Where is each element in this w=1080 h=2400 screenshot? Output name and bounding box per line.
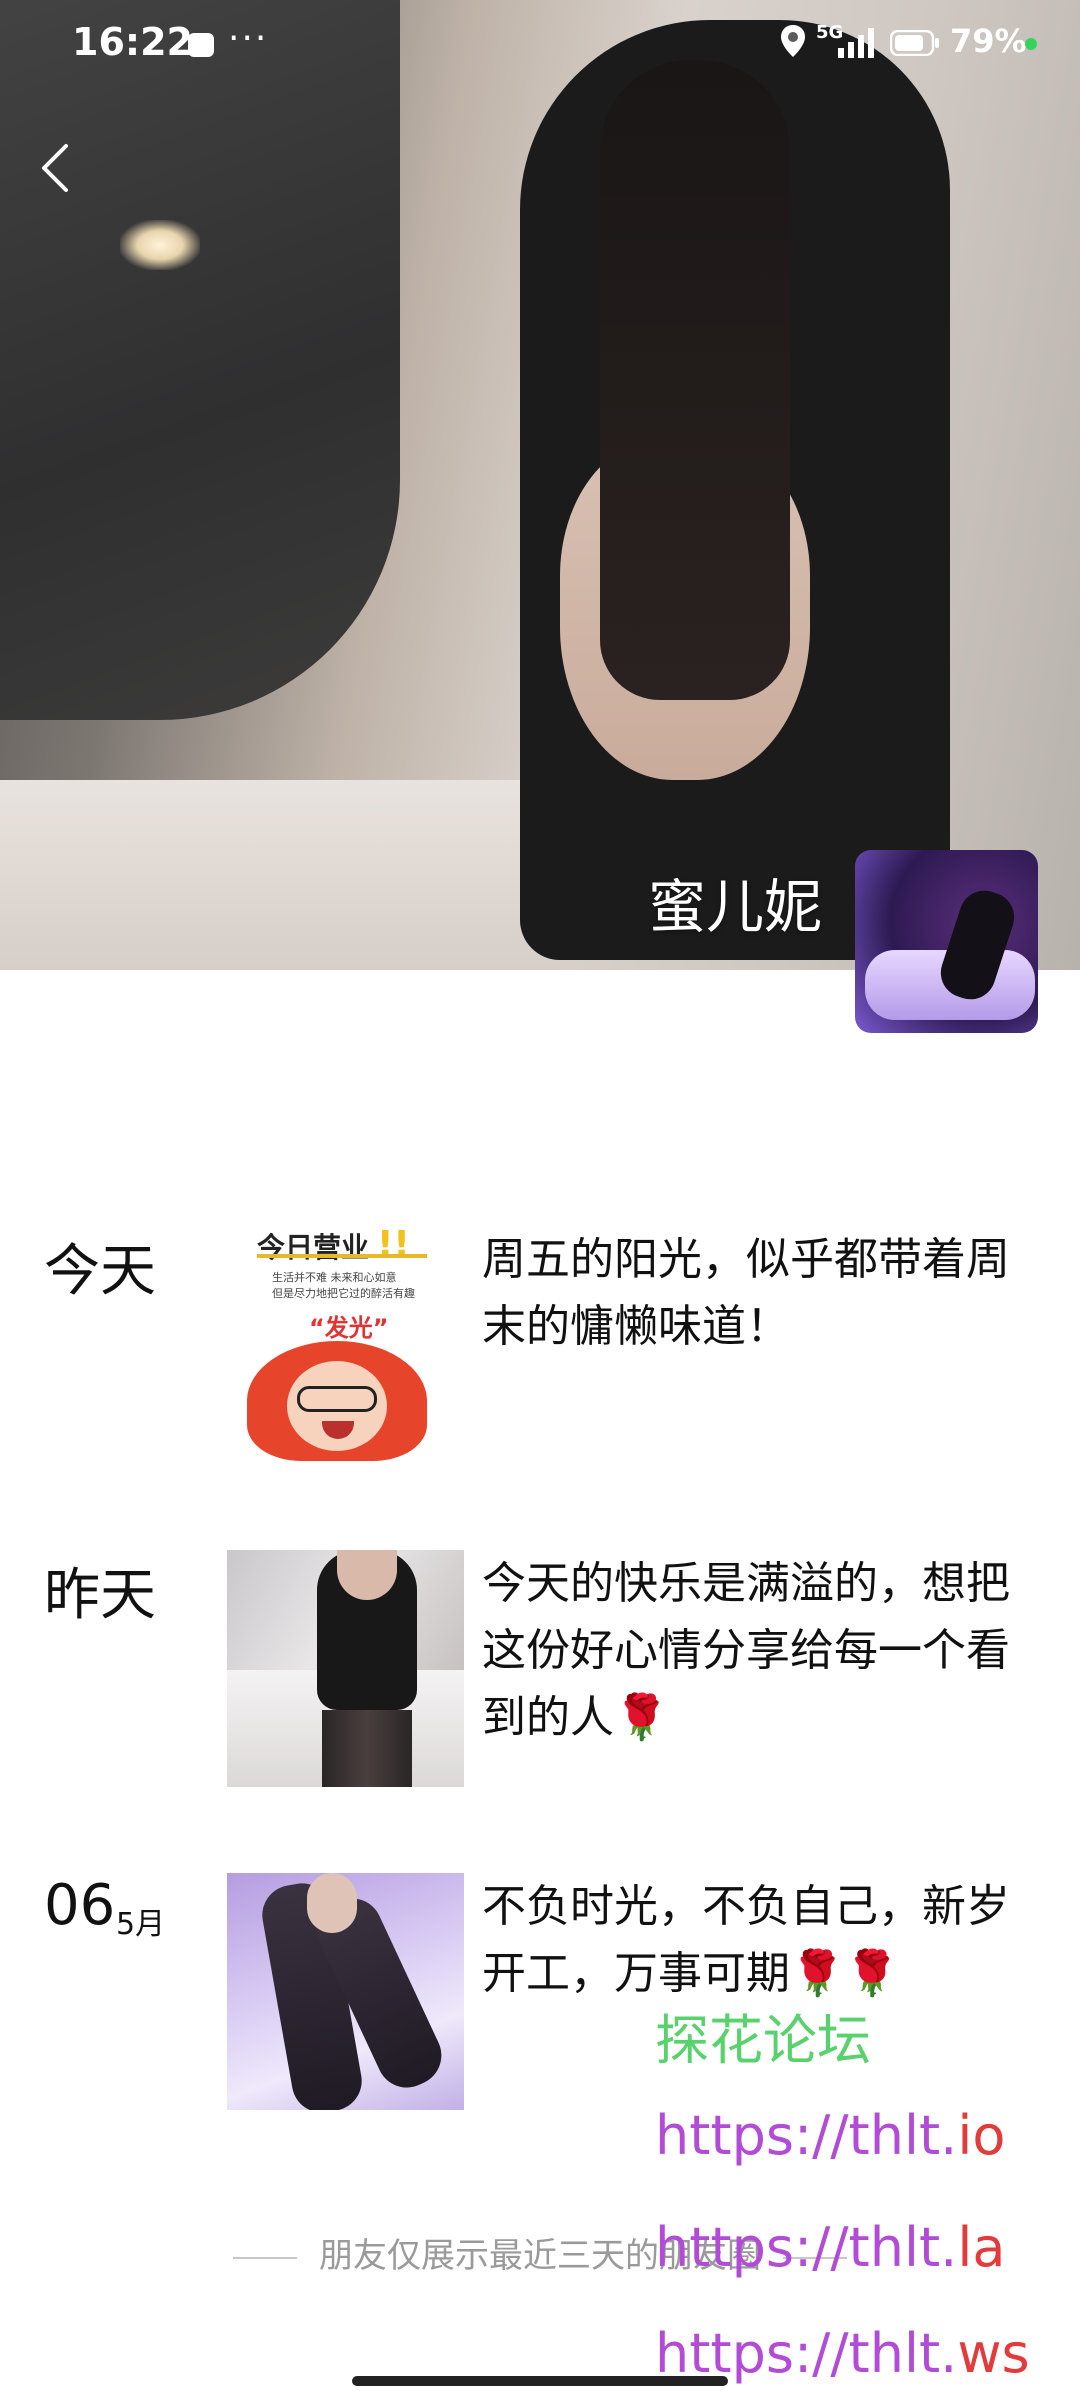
more-notifications-icon: ··· — [228, 18, 269, 59]
moment-text: 周五的阳光，似乎都带着周末的慵懒味道！ — [482, 1234, 1010, 1352]
cover-lamp — [120, 220, 200, 270]
watermark-title: 探花论坛 — [655, 2009, 871, 2072]
privacy-indicator-dot — [1025, 38, 1037, 50]
thumb-hand — [307, 1873, 357, 1933]
status-bar: 16:22 ··· 5G 79% — [0, 0, 1080, 90]
profile-name: 蜜儿妮 — [647, 873, 822, 941]
thumb-caption: 生活并不难 未来和心如意 但是尽力地把它过的醉活有趣 — [272, 1270, 415, 1302]
watermark-link-prefix: https://thlt. — [655, 2216, 958, 2279]
watermark-link: https://thlt.la — [655, 2216, 1005, 2279]
cover-counter — [0, 780, 560, 970]
thumb-exclaim: !! — [377, 1226, 410, 1265]
thumb-caption-line: 但是尽力地把它过的醉活有趣 — [272, 1287, 415, 1300]
watermark-link-prefix: https://thlt. — [655, 2104, 958, 2167]
cover-mirror — [0, 0, 400, 720]
thumb-heading: 今日营业 — [257, 1231, 370, 1264]
location-icon — [781, 25, 805, 57]
watermark-link-suffix: ws — [957, 2322, 1030, 2385]
divider — [233, 2256, 297, 2259]
moment-month: 5月 — [116, 1907, 166, 1942]
moment-thumbnail[interactable] — [227, 1873, 464, 2110]
battery-level: 79% — [950, 22, 1027, 60]
watermark-link-suffix: io — [957, 2104, 1006, 2167]
cover-hair — [600, 60, 790, 700]
moment-thumbnail[interactable] — [227, 1550, 464, 1787]
notification-app-icon — [188, 33, 214, 57]
moment-date: 昨天 — [44, 1563, 156, 1628]
moment-text: 不负时光，不负自己，新岁开工，万事可期🌹🌹 — [482, 1881, 1010, 1999]
moment-date: 今天 — [44, 1239, 156, 1304]
battery-icon — [890, 30, 939, 56]
watermark-link: https://thlt.io — [655, 2104, 1005, 2167]
watermark-link-suffix: la — [957, 2216, 1006, 2279]
cartoon-glasses — [297, 1386, 377, 1412]
thumb-glow-text: “发光” — [309, 1314, 389, 1342]
moment-text: 今天的快乐是满溢的，想把这份好心情分享给每一个看到的人🌹 — [482, 1558, 1010, 1743]
back-arrow-icon[interactable] — [36, 142, 76, 194]
moment-day: 06 — [44, 1873, 116, 1938]
cover-photo[interactable] — [0, 0, 1080, 970]
signal-icon — [838, 28, 874, 58]
thumb-underline — [257, 1254, 427, 1258]
home-indicator[interactable] — [352, 2376, 728, 2386]
avatar[interactable] — [855, 850, 1038, 1033]
thumb-caption-line: 生活并不难 未来和心如意 — [272, 1271, 397, 1284]
thumb-legs — [322, 1710, 412, 1787]
moment-thumbnail[interactable]: 今日营业 !! 生活并不难 未来和心如意 但是尽力地把它过的醉活有趣 “发光” — [227, 1226, 464, 1463]
status-time: 16:22 — [72, 20, 193, 64]
